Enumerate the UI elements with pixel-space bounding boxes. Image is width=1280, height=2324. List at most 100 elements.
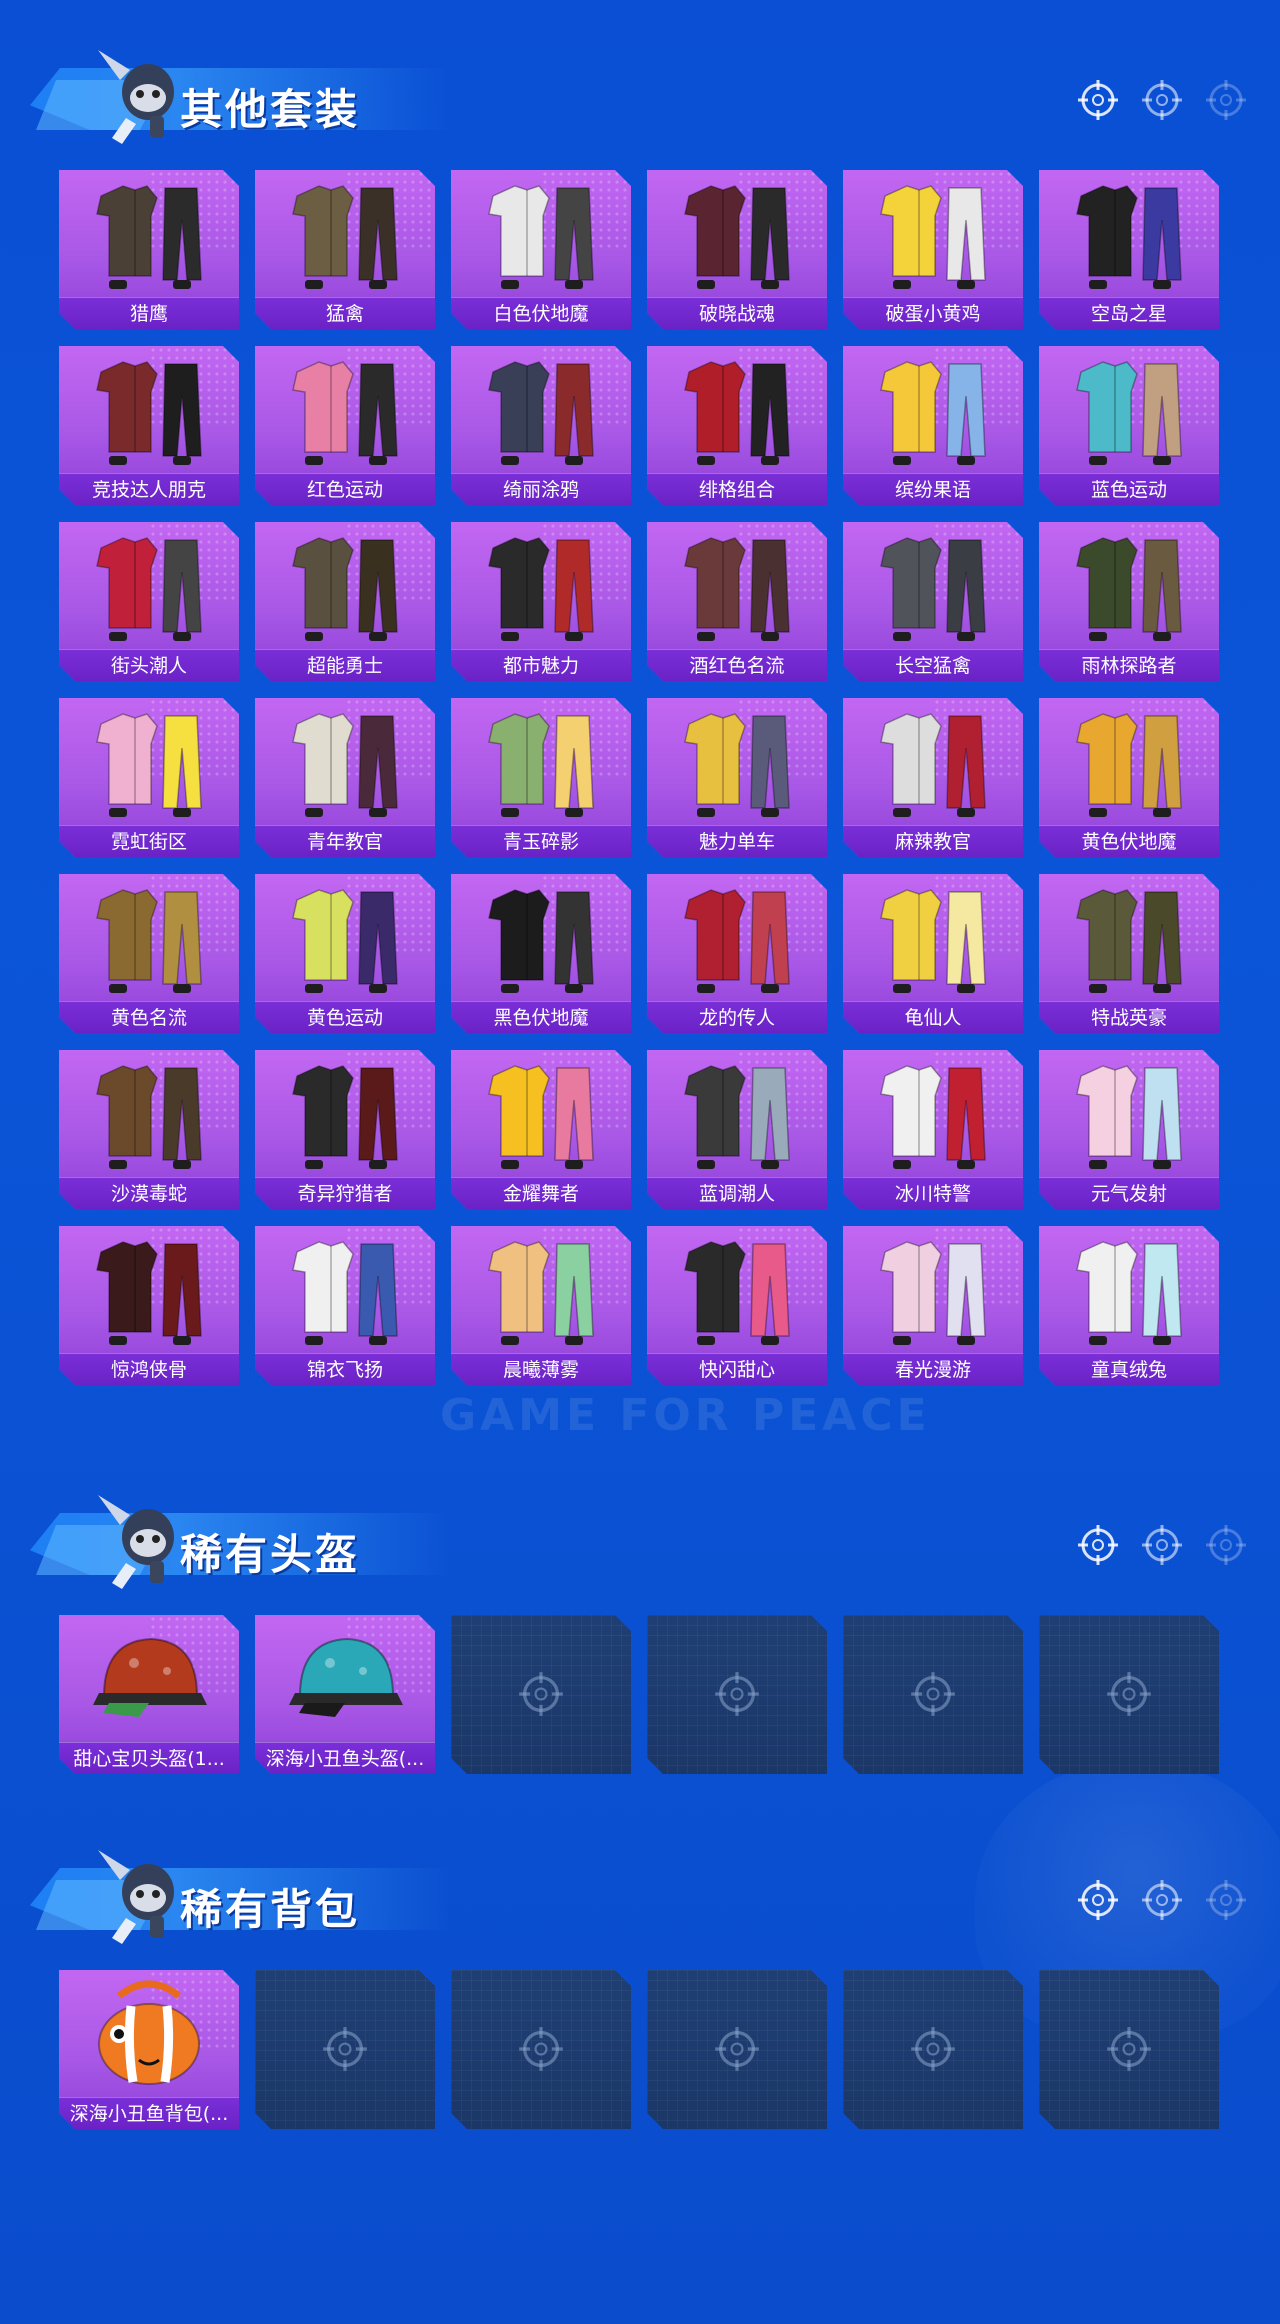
item-card[interactable]: 猎鹰 bbox=[59, 170, 239, 329]
section-decor-icons bbox=[1076, 1878, 1248, 1922]
item-label: 甜心宝贝头盔(1... bbox=[59, 1742, 239, 1774]
mascot-icon bbox=[90, 1840, 190, 1950]
item-label: 红色运动 bbox=[255, 473, 435, 505]
outfit-icon bbox=[79, 704, 219, 822]
outfit-icon bbox=[863, 352, 1003, 470]
crosshair-icon bbox=[321, 2025, 369, 2073]
outfit-icon bbox=[863, 1232, 1003, 1350]
item-card[interactable]: 雨林探路者 bbox=[1039, 522, 1219, 681]
outfit-icon bbox=[471, 704, 611, 822]
item-label: 缤纷果语 bbox=[843, 473, 1023, 505]
item-card[interactable]: 青年教官 bbox=[255, 698, 435, 857]
item-card[interactable]: 麻辣教官 bbox=[843, 698, 1023, 857]
item-card[interactable]: 竞技达人朋克 bbox=[59, 346, 239, 505]
item-card[interactable]: 空岛之星 bbox=[1039, 170, 1219, 329]
item-card[interactable]: 破蛋小黄鸡 bbox=[843, 170, 1023, 329]
section-title: 稀有头盔 bbox=[180, 1530, 361, 1579]
item-card[interactable]: 酒红色名流 bbox=[647, 522, 827, 681]
crosshair-icon bbox=[713, 2025, 761, 2073]
item-card[interactable]: 黄色伏地魔 bbox=[1039, 698, 1219, 857]
item-card[interactable]: 春光漫游 bbox=[843, 1226, 1023, 1385]
crosshair-icon bbox=[1204, 78, 1248, 122]
crosshair-icon bbox=[713, 1670, 761, 1718]
item-label: 长空猛禽 bbox=[843, 649, 1023, 681]
item-card[interactable]: 锦衣飞扬 bbox=[255, 1226, 435, 1385]
item-label: 元气发射 bbox=[1039, 1177, 1219, 1209]
item-label: 黄色伏地魔 bbox=[1039, 825, 1219, 857]
item-label: 深海小丑鱼头盔(... bbox=[255, 1742, 435, 1774]
item-card[interactable]: 特战英豪 bbox=[1039, 874, 1219, 1033]
item-card[interactable]: 龙的传人 bbox=[647, 874, 827, 1033]
item-label: 超能勇士 bbox=[255, 649, 435, 681]
outfit-icon bbox=[79, 176, 219, 294]
item-label: 龟仙人 bbox=[843, 1001, 1023, 1033]
outfit-icon bbox=[275, 704, 415, 822]
item-card[interactable]: 甜心宝贝头盔(1... bbox=[59, 1615, 239, 1774]
item-grid: 猎鹰 猛禽 白色伏地魔 破晓战魂 破蛋小黄鸡 空岛之星 竞技达人朋克 红色运动 … bbox=[59, 170, 1223, 1385]
item-label: 金耀舞者 bbox=[451, 1177, 631, 1209]
item-label: 快闪甜心 bbox=[647, 1353, 827, 1385]
item-card[interactable]: 元气发射 bbox=[1039, 1050, 1219, 1209]
item-card[interactable]: 蓝调潮人 bbox=[647, 1050, 827, 1209]
outfit-icon bbox=[667, 1232, 807, 1350]
item-label: 黑色伏地魔 bbox=[451, 1001, 631, 1033]
outfit-icon bbox=[1059, 880, 1199, 998]
item-card[interactable]: 魅力单车 bbox=[647, 698, 827, 857]
item-card[interactable]: 红色运动 bbox=[255, 346, 435, 505]
item-label: 奇异狩猎者 bbox=[255, 1177, 435, 1209]
item-label: 雨林探路者 bbox=[1039, 649, 1219, 681]
item-card[interactable]: 快闪甜心 bbox=[647, 1226, 827, 1385]
empty-slot bbox=[843, 1970, 1023, 2129]
item-grid: 深海小丑鱼背包(... bbox=[59, 1970, 1223, 2129]
item-card[interactable]: 霓虹街区 bbox=[59, 698, 239, 857]
item-label: 酒红色名流 bbox=[647, 649, 827, 681]
item-label: 都市魅力 bbox=[451, 649, 631, 681]
item-card[interactable]: 黄色名流 bbox=[59, 874, 239, 1033]
item-card[interactable]: 黄色运动 bbox=[255, 874, 435, 1033]
section-decor-icons bbox=[1076, 1523, 1248, 1567]
item-card[interactable]: 青玉碎影 bbox=[451, 698, 631, 857]
item-card[interactable]: 深海小丑鱼背包(... bbox=[59, 1970, 239, 2129]
item-card[interactable]: 超能勇士 bbox=[255, 522, 435, 681]
item-card[interactable]: 惊鸿侠骨 bbox=[59, 1226, 239, 1385]
item-card[interactable]: 黑色伏地魔 bbox=[451, 874, 631, 1033]
item-label: 破晓战魂 bbox=[647, 297, 827, 329]
item-label: 绯格组合 bbox=[647, 473, 827, 505]
item-card[interactable]: 白色伏地魔 bbox=[451, 170, 631, 329]
item-card[interactable]: 街头潮人 bbox=[59, 522, 239, 681]
crosshair-icon bbox=[1076, 78, 1120, 122]
outfit-icon bbox=[471, 880, 611, 998]
item-label: 麻辣教官 bbox=[843, 825, 1023, 857]
item-label: 魅力单车 bbox=[647, 825, 827, 857]
outfit-icon bbox=[667, 176, 807, 294]
item-card[interactable]: 冰川特警 bbox=[843, 1050, 1023, 1209]
item-card[interactable]: 沙漠毒蛇 bbox=[59, 1050, 239, 1209]
item-label: 龙的传人 bbox=[647, 1001, 827, 1033]
item-card[interactable]: 绯格组合 bbox=[647, 346, 827, 505]
item-card[interactable]: 龟仙人 bbox=[843, 874, 1023, 1033]
item-card[interactable]: 破晓战魂 bbox=[647, 170, 827, 329]
empty-slot bbox=[451, 1970, 631, 2129]
item-card[interactable]: 缤纷果语 bbox=[843, 346, 1023, 505]
item-card[interactable]: 猛禽 bbox=[255, 170, 435, 329]
section-title: 其他套装 bbox=[180, 85, 361, 134]
item-card[interactable]: 晨曦薄雾 bbox=[451, 1226, 631, 1385]
item-label: 空岛之星 bbox=[1039, 297, 1219, 329]
outfit-icon bbox=[79, 528, 219, 646]
item-card[interactable]: 童真绒兔 bbox=[1039, 1226, 1219, 1385]
outfit-icon bbox=[79, 352, 219, 470]
background-watermark: GAME FOR PEACE bbox=[440, 1390, 931, 1441]
item-card[interactable]: 深海小丑鱼头盔(... bbox=[255, 1615, 435, 1774]
crosshair-icon bbox=[1076, 1878, 1120, 1922]
item-card[interactable]: 都市魅力 bbox=[451, 522, 631, 681]
outfit-icon bbox=[275, 528, 415, 646]
crosshair-icon bbox=[517, 2025, 565, 2073]
item-card[interactable]: 绮丽涂鸦 bbox=[451, 346, 631, 505]
item-card[interactable]: 金耀舞者 bbox=[451, 1050, 631, 1209]
item-card[interactable]: 奇异狩猎者 bbox=[255, 1050, 435, 1209]
outfit-icon bbox=[1059, 1232, 1199, 1350]
item-card[interactable]: 长空猛禽 bbox=[843, 522, 1023, 681]
item-card[interactable]: 蓝色运动 bbox=[1039, 346, 1219, 505]
empty-slot bbox=[1039, 1970, 1219, 2129]
empty-slot bbox=[255, 1970, 435, 2129]
